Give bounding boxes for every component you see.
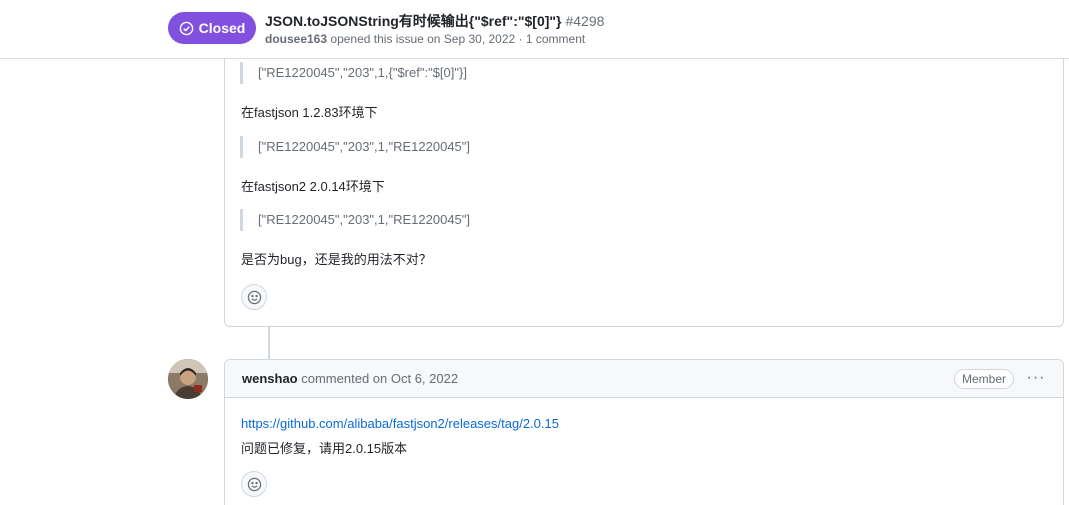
comment-header: wenshao commented on Oct 6, 2022 Member … (225, 360, 1063, 398)
closed-check-icon (179, 21, 193, 35)
comment-author-link[interactable]: wenshao (242, 371, 298, 386)
issue-title-line: JSON.toJSONString有时候输出{"$ref":"$[0]"} #42… (265, 11, 604, 31)
issue-author-link[interactable]: dousee163 (265, 32, 327, 46)
issue-meta: dousee163 opened this issue on Sep 30, 2… (265, 32, 585, 46)
blockquote: ["RE1220045","203",1,"RE1220045"] (240, 209, 470, 231)
comment-author-line: wenshao commented on Oct 6, 2022 (242, 371, 458, 386)
comment-paragraph: 在fastjson 1.2.83环境下 (241, 105, 378, 120)
blockquote: ["RE1220045","203",1,{"$ref":"$[0]"}] (240, 62, 467, 84)
kebab-menu-icon[interactable]: ··· (1025, 368, 1047, 388)
issue-state-badge: Closed (168, 12, 256, 44)
member-badge: Member (954, 369, 1015, 389)
avatar[interactable] (168, 359, 208, 399)
issue-header: Closed JSON.toJSONString有时候输出{"$ref":"$[… (0, 0, 1069, 59)
smiley-icon (247, 477, 261, 491)
comment-timestamp[interactable]: commented on Oct 6, 2022 (301, 371, 458, 386)
issue-title: JSON.toJSONString有时候输出{"$ref":"$[0]"} (265, 13, 562, 29)
comment-paragraph: 在fastjson2 2.0.14环境下 (241, 179, 385, 194)
issue-meta-text: opened this issue on Sep 30, 2022 · 1 co… (330, 32, 586, 46)
timeline-connector (268, 327, 270, 360)
comment-paragraph: 问题已修复，请用2.0.15版本 (241, 441, 408, 456)
smiley-icon (247, 290, 261, 304)
comment-paragraph: 是否为bug，还是我的用法不对？ (241, 252, 432, 267)
issue-number: #4298 (565, 13, 605, 29)
blockquote: ["RE1220045","203",1,"RE1220045"] (240, 136, 470, 158)
add-reaction-button[interactable] (241, 284, 267, 310)
issue-state-label: Closed (198, 20, 246, 36)
add-reaction-button[interactable] (241, 471, 267, 497)
comment-card: wenshao commented on Oct 6, 2022 Member … (224, 359, 1064, 505)
release-link[interactable]: https://github.com/alibaba/fastjson2/rel… (241, 416, 559, 431)
